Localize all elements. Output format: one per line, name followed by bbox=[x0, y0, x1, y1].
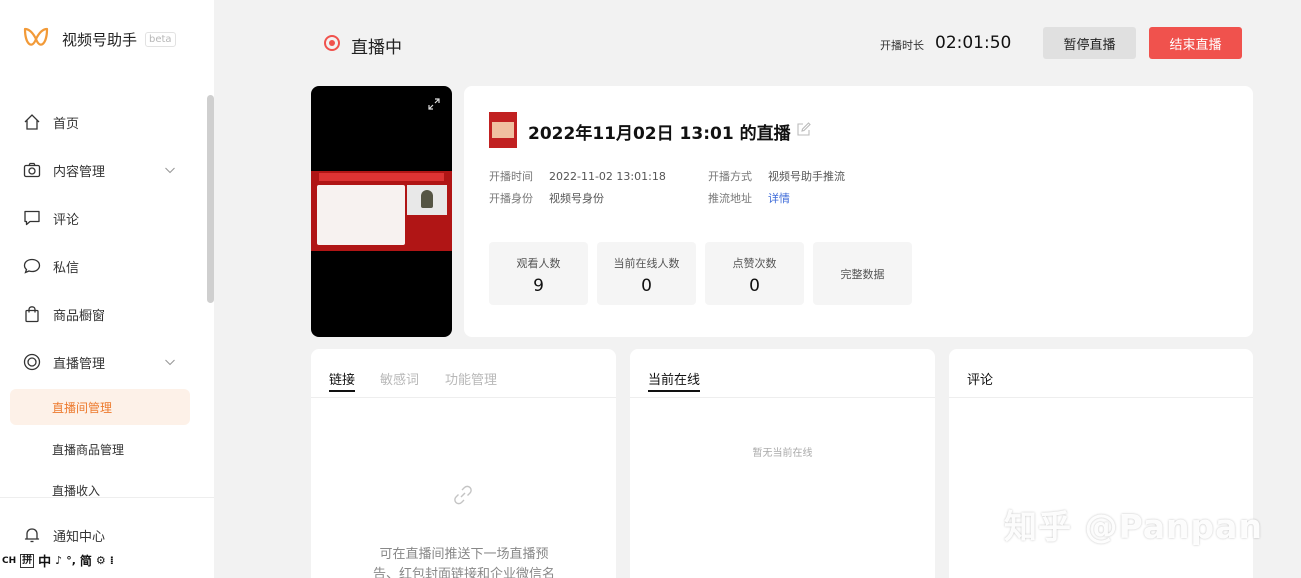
duration-value: 02:01:50 bbox=[935, 33, 1012, 53]
online-empty-state: 暂无当前在线 bbox=[752, 448, 813, 459]
home-icon bbox=[24, 114, 40, 130]
stat-label: 观看人数 bbox=[516, 257, 561, 270]
ime-item[interactable]: 简 bbox=[80, 552, 92, 569]
frame-slide bbox=[317, 185, 405, 245]
stream-details-link[interactable]: 详情 bbox=[768, 192, 790, 205]
live-info-card: 2022年11月02日 13:01 的直播 开播时间 2022-11-02 13:… bbox=[464, 86, 1253, 337]
meta-start-method: 开播方式 视频号助手推流 bbox=[708, 168, 845, 184]
sidebar-item-messages[interactable]: 私信 bbox=[0, 246, 200, 286]
meta-key: 开播时间 bbox=[489, 170, 533, 183]
sidebar-subitem-label: 直播间管理 bbox=[52, 400, 113, 415]
brand-name: 视频号助手 bbox=[62, 30, 138, 49]
live-title: 2022年11月02日 13:01 的直播 bbox=[528, 124, 791, 144]
video-preview[interactable] bbox=[311, 86, 452, 337]
sidebar-subitem-live-income[interactable]: 直播收入 bbox=[10, 473, 190, 497]
stat-label: 点赞次数 bbox=[732, 257, 777, 270]
meta-key: 开播身份 bbox=[489, 192, 533, 205]
panel-header: 当前在线 bbox=[630, 349, 935, 398]
panel-header: 链接 敏感词 功能管理 bbox=[311, 349, 616, 398]
stat-value: 0 bbox=[641, 276, 652, 296]
sidebar-scrollbar[interactable] bbox=[207, 95, 214, 303]
tab-current-online[interactable]: 当前在线 bbox=[648, 369, 701, 392]
sidebar-subitem-live-products[interactable]: 直播商品管理 bbox=[10, 431, 190, 467]
tab-links[interactable]: 链接 bbox=[329, 369, 356, 392]
ime-item[interactable]: CH bbox=[2, 556, 16, 566]
frame-banner bbox=[319, 173, 444, 181]
ime-toolbar[interactable]: CH 拼 中 ♪ °, 简 ⚙ ⁞ bbox=[2, 551, 114, 570]
link-icon bbox=[454, 485, 472, 505]
ime-item[interactable]: °, bbox=[66, 554, 76, 567]
meta-value: 2022-11-02 13:01:18 bbox=[549, 170, 666, 183]
ime-item[interactable]: 中 bbox=[38, 551, 51, 570]
links-description: 可在直播间推送下一场直播预告、红包封面链接和企业微信名片 bbox=[372, 547, 555, 578]
stat-online: 当前在线人数 0 bbox=[597, 242, 696, 305]
pause-live-button[interactable]: 暂停直播 bbox=[1043, 27, 1136, 59]
stat-value: 9 bbox=[533, 276, 544, 296]
sidebar-item-notifications[interactable]: 通知中心 bbox=[0, 515, 200, 555]
ime-item[interactable]: ♪ bbox=[55, 554, 62, 567]
comment-icon bbox=[24, 210, 40, 226]
frame-presenter bbox=[407, 185, 447, 215]
camera-icon bbox=[23, 162, 41, 178]
sidebar-item-label: 通知中心 bbox=[53, 529, 106, 545]
meta-identity: 开播身份 视频号身份 bbox=[489, 190, 604, 206]
ime-item[interactable]: 拼 bbox=[20, 553, 35, 568]
sidebar-item-live-management[interactable]: 直播管理 bbox=[0, 342, 200, 382]
live-status: 直播中 bbox=[351, 38, 402, 58]
chevron-down-icon bbox=[165, 167, 175, 174]
edit-icon[interactable] bbox=[797, 122, 811, 136]
sidebar-item-comments[interactable]: 评论 bbox=[0, 198, 200, 238]
duration-label: 开播时长 bbox=[880, 39, 924, 52]
stat-label: 当前在线人数 bbox=[613, 257, 680, 270]
ime-item[interactable]: ⁞ bbox=[110, 554, 114, 567]
sidebar-item-label: 评论 bbox=[53, 212, 80, 228]
video-frame bbox=[311, 171, 452, 251]
beta-badge: beta bbox=[145, 31, 176, 47]
live-icon bbox=[23, 353, 41, 371]
chevron-down-icon bbox=[165, 359, 175, 366]
watermark: 知乎 @Panpan bbox=[1004, 507, 1263, 546]
meta-key: 开播方式 bbox=[708, 170, 752, 183]
live-indicator-icon bbox=[324, 35, 340, 51]
stat-likes: 点赞次数 0 bbox=[705, 242, 804, 305]
brand-logo-icon bbox=[23, 27, 49, 46]
sidebar-item-shop-window[interactable]: 商品橱窗 bbox=[0, 294, 200, 334]
sidebar-item-label: 内容管理 bbox=[53, 164, 106, 180]
end-live-button[interactable]: 结束直播 bbox=[1149, 27, 1242, 59]
divider bbox=[0, 497, 214, 498]
meta-start-time: 开播时间 2022-11-02 13:01:18 bbox=[489, 168, 666, 184]
sidebar: 视频号助手 beta 首页 内容管理 评论 私信 商品橱窗 直播管理 直播间管理… bbox=[0, 0, 214, 578]
sidebar-item-label: 商品橱窗 bbox=[53, 308, 106, 324]
full-data-label: 完整数据 bbox=[840, 267, 885, 281]
comments-title: 评论 bbox=[967, 373, 994, 388]
bell-icon bbox=[24, 528, 40, 543]
meta-value: 视频号助手推流 bbox=[768, 170, 845, 183]
shopping-bag-icon bbox=[25, 306, 39, 323]
message-icon bbox=[23, 258, 41, 274]
stat-value: 0 bbox=[749, 276, 760, 296]
tab-feature-management[interactable]: 功能管理 bbox=[445, 369, 497, 388]
full-data-button[interactable]: 完整数据 bbox=[813, 242, 912, 305]
live-cover-thumbnail bbox=[489, 112, 517, 148]
sidebar-subitem-live-room[interactable]: 直播间管理 bbox=[10, 389, 190, 425]
meta-value: 视频号身份 bbox=[549, 192, 604, 205]
expand-icon[interactable] bbox=[428, 98, 440, 110]
online-panel: 当前在线 暂无当前在线 bbox=[630, 349, 935, 578]
sidebar-item-label: 直播管理 bbox=[53, 356, 106, 372]
stat-viewers: 观看人数 9 bbox=[489, 242, 588, 305]
links-panel: 链接 敏感词 功能管理 可在直播间推送下一场直播预告、红包封面链接和企业微信名片 bbox=[311, 349, 616, 578]
sidebar-item-label: 私信 bbox=[53, 260, 80, 276]
sidebar-subitem-label: 直播收入 bbox=[52, 484, 101, 497]
tab-sensitive-words[interactable]: 敏感词 bbox=[380, 369, 419, 388]
ime-item[interactable]: ⚙ bbox=[96, 554, 106, 567]
sidebar-item-label: 首页 bbox=[53, 116, 80, 132]
sidebar-subitem-label: 直播商品管理 bbox=[52, 442, 125, 457]
meta-stream-url: 推流地址 详情 bbox=[708, 190, 790, 206]
panel-header: 评论 bbox=[949, 349, 1253, 398]
meta-key: 推流地址 bbox=[708, 192, 752, 205]
sidebar-item-home[interactable]: 首页 bbox=[0, 102, 200, 142]
sidebar-item-content[interactable]: 内容管理 bbox=[0, 150, 200, 190]
brand[interactable]: 视频号助手 beta bbox=[22, 26, 176, 52]
